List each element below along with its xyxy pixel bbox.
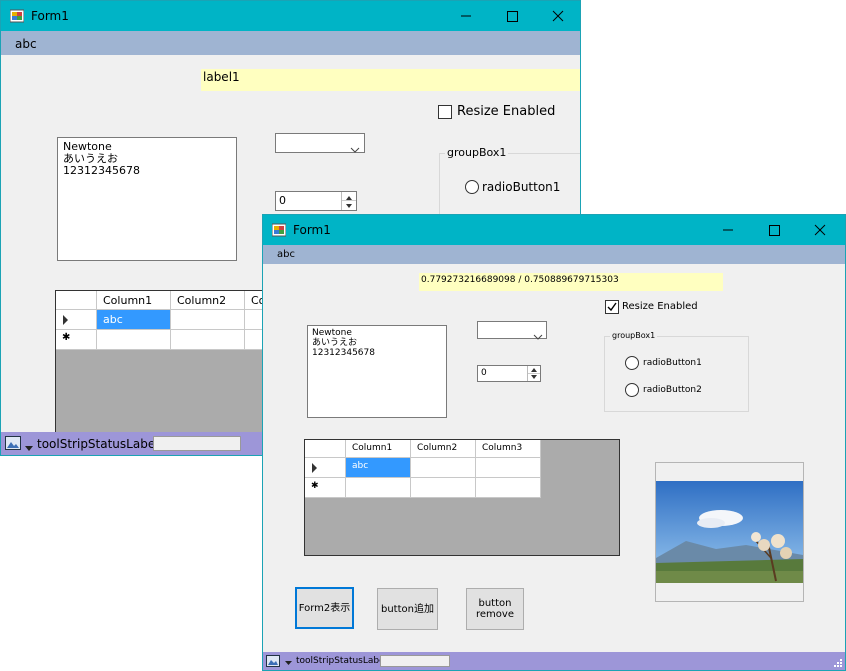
chevron-down-icon[interactable] [350,139,360,158]
status-strip: toolStripStatusLabel1 [263,652,845,670]
resize-checkbox-label: Resize Enabled [457,104,556,119]
row-header-current[interactable] [305,458,346,478]
resize-checkbox-box[interactable] [438,105,452,119]
grid-cell[interactable] [346,478,411,498]
data-grid[interactable]: Column1 Column2 Column3 abc ✱ [304,439,620,556]
grid-column-header[interactable]: Column1 [97,291,171,310]
back-titlebar[interactable]: Form1 [1,1,580,31]
row-pointer-icon [312,463,317,473]
grid-cell[interactable] [411,458,476,478]
button-remove-line2: remove [476,609,514,620]
groupbox-title: groupBox1 [610,331,658,340]
status-progress-box [380,655,450,667]
button-remove-line1: button [478,598,512,609]
grid-column-header[interactable]: Column1 [346,440,411,458]
form-icon [271,223,287,237]
row-header-current[interactable] [56,310,97,330]
grid-cell[interactable] [171,330,245,350]
multiline-textbox[interactable]: Newtone あいうえお 12312345678 [57,137,237,261]
maximize-icon[interactable] [489,1,535,31]
resize-checkbox-box[interactable] [605,300,619,314]
front-window: Form1 abc 0.779273216689098 / 0.75088967… [262,214,846,671]
numeric-value: 0 [481,368,487,378]
textbox-line: 12312345678 [312,348,375,358]
grid-cell[interactable] [476,458,541,478]
button-remove-button[interactable]: button remove [466,588,524,630]
numeric-value: 0 [279,194,286,207]
checkmark-icon [607,302,617,312]
radio-label: radioButton1 [482,180,561,194]
grid-column-header[interactable]: Column2 [411,440,476,458]
maximize-icon[interactable] [751,215,797,245]
dropdown-arrow-icon[interactable] [25,441,33,455]
spin-up-icon[interactable] [528,366,540,374]
label1: label1 [201,69,580,91]
row-pointer-icon [63,315,68,325]
combobox[interactable] [477,321,547,340]
spin-down-icon[interactable] [528,374,540,382]
radio-circle[interactable] [625,383,639,397]
new-row-icon: ✱ [311,481,319,491]
spin-buttons[interactable] [341,192,356,210]
minimize-icon[interactable] [705,215,751,245]
radio-circle[interactable] [625,356,639,370]
menu-bar: abc [1,31,580,55]
combobox[interactable] [275,133,365,153]
grid-column-header[interactable]: Column2 [171,291,245,310]
picture-box [655,462,804,602]
close-icon[interactable] [535,1,580,31]
textbox-line: 12312345678 [63,164,140,177]
grid-cell[interactable] [171,310,245,330]
groupbox-title: groupBox1 [445,146,509,159]
minimize-icon[interactable] [443,1,489,31]
numeric-updown[interactable]: 0 [275,191,357,211]
status-label: toolStripStatusLabel1 [296,656,393,666]
row-header-new[interactable]: ✱ [305,478,346,498]
picture-icon[interactable] [5,436,21,453]
window-title: Form1 [31,9,69,23]
grid-cell-selected[interactable]: abc [97,310,171,330]
radio-label: radioButton1 [643,358,702,368]
multiline-textbox[interactable]: Newtone あいうえお 12312345678 [307,325,447,418]
menu-bar: abc [263,245,845,264]
spin-down-icon[interactable] [342,201,356,210]
dropdown-arrow-icon[interactable] [285,659,292,669]
window-title: Form1 [293,223,331,237]
menu-item-abc[interactable]: abc [15,37,37,51]
data-grid[interactable]: Column1 Column2 Co abc ✱ [55,290,295,440]
grid-cell[interactable] [411,478,476,498]
grid-corner [56,291,97,310]
radio-circle[interactable] [465,180,479,194]
picture-icon[interactable] [266,655,280,670]
spin-up-icon[interactable] [342,192,356,201]
form-icon [9,9,25,23]
textbox-line: Newtone [312,328,352,338]
radio-label: radioButton2 [643,385,702,395]
row-header-new[interactable]: ✱ [56,330,97,350]
landscape-image [656,481,803,583]
menu-item-abc[interactable]: abc [277,249,295,260]
status-progress-box [153,436,241,451]
grid-corner [305,440,346,458]
label1: 0.779273216689098 / 0.750889679715303 [419,273,723,291]
grid-cell-selected[interactable]: abc [346,458,411,478]
close-icon[interactable] [797,215,843,245]
numeric-updown[interactable]: 0 [477,365,541,382]
grid-cell[interactable] [476,478,541,498]
grid-cell[interactable] [97,330,171,350]
textbox-line: あいうえお [312,338,358,348]
new-row-icon: ✱ [62,332,71,343]
chevron-down-icon[interactable] [533,326,543,345]
front-titlebar[interactable]: Form1 [263,215,845,245]
grid-column-header[interactable]: Column3 [476,440,541,458]
resize-checkbox-label: Resize Enabled [622,301,698,312]
form2-show-button[interactable]: Form2表示 [295,587,354,629]
button-add-button[interactable]: button追加 [377,588,438,630]
groupbox: groupBox1 radioButton1 radioButton2 [604,331,749,412]
spin-buttons[interactable] [527,366,540,381]
size-grip-icon[interactable] [832,657,842,670]
status-label: toolStripStatusLabel1 [37,437,167,451]
